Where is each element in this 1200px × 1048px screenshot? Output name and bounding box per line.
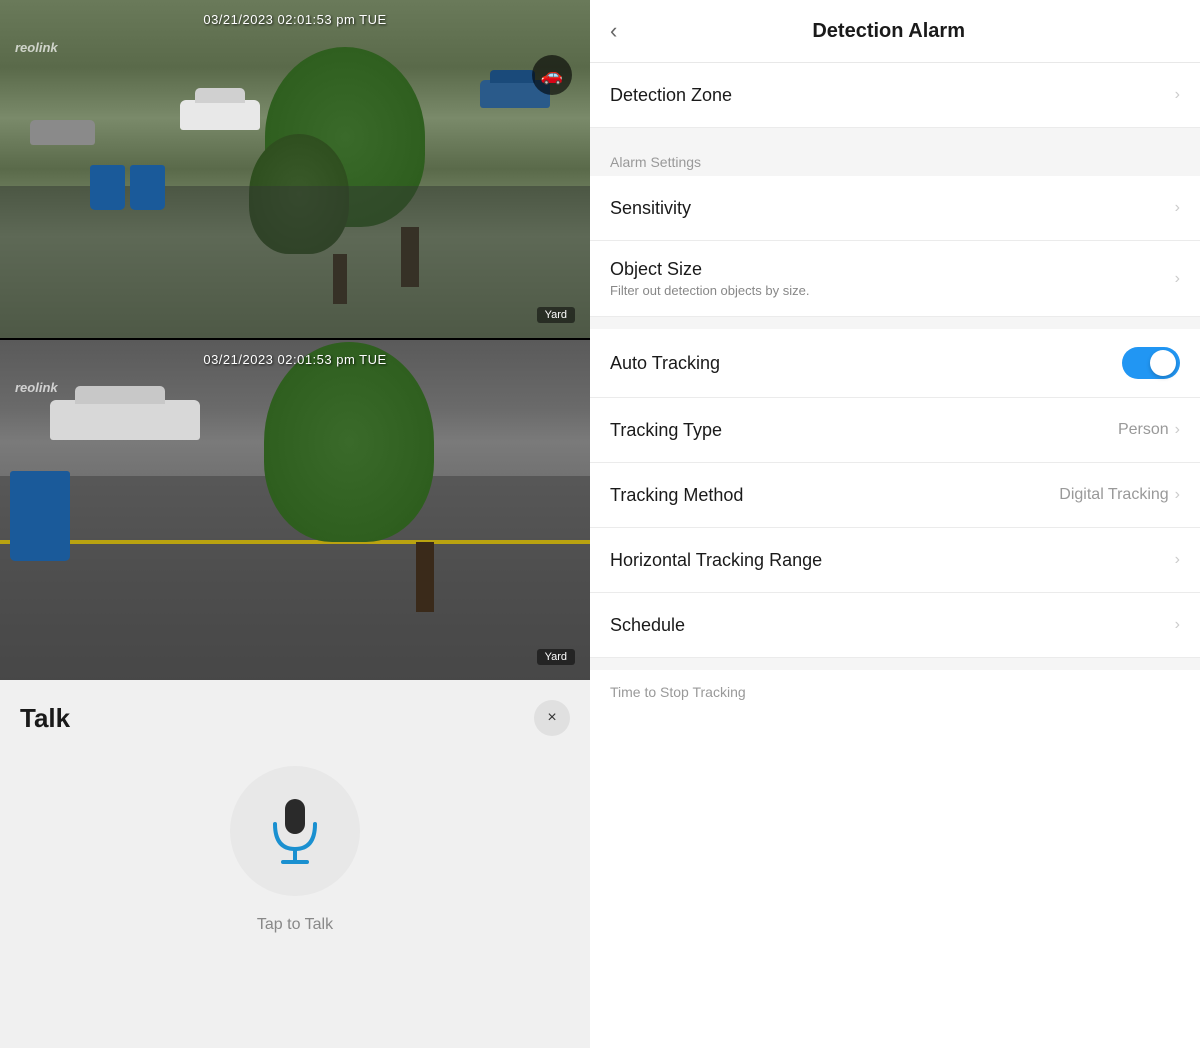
blue-bin-2 — [130, 165, 165, 210]
car-feed2 — [50, 400, 200, 440]
menu-item-title-object-size: Object Size — [610, 259, 1175, 280]
chevron-icon-schedule: › — [1175, 616, 1180, 634]
menu-item-content-object-size: Object Size Filter out detection objects… — [610, 259, 1175, 298]
right-panel: ‹ Detection Alarm Detection Zone › Alarm… — [590, 0, 1200, 1048]
close-button[interactable]: × — [534, 700, 570, 736]
menu-item-title-tracking-method: Tracking Method — [610, 485, 1059, 506]
microphone-icon — [265, 794, 325, 869]
menu-item-right-object-size: › — [1175, 270, 1180, 288]
menu-item-right-detection-zone: › — [1175, 86, 1180, 104]
menu-item-title-detection-zone: Detection Zone — [610, 85, 1175, 106]
left-panel: 03/21/2023 02:01:53 pm TUE reolink Yard … — [0, 0, 590, 1048]
blue-bin-1 — [90, 165, 125, 210]
talk-header: Talk × — [20, 700, 570, 736]
tracking-method-value: Digital Tracking — [1059, 486, 1168, 504]
chevron-icon-tracking-type: › — [1175, 421, 1180, 439]
menu-item-title-auto-tracking: Auto Tracking — [610, 353, 1122, 374]
tracking-type-value: Person — [1118, 421, 1169, 439]
brand-logo-1: reolink — [15, 40, 58, 55]
menu-item-right-sensitivity: › — [1175, 199, 1180, 217]
menu-item-title-horizontal-tracking-range: Horizontal Tracking Range — [610, 550, 1175, 571]
chevron-icon-tracking-method: › — [1175, 486, 1180, 504]
toggle-knob — [1150, 350, 1176, 376]
yard-label-1: Yard — [537, 307, 575, 323]
menu-item-content-tracking-method: Tracking Method — [610, 485, 1059, 506]
brand-logo-2: reolink — [15, 380, 58, 395]
menu-item-detection-zone[interactable]: Detection Zone › — [590, 63, 1200, 128]
menu-item-content-auto-tracking: Auto Tracking — [610, 353, 1122, 374]
camera-timestamp-1: 03/21/2023 02:01:53 pm TUE — [203, 12, 386, 27]
spacer-3 — [590, 658, 1200, 670]
mic-button[interactable] — [230, 766, 360, 896]
camera-timestamp-2: 03/21/2023 02:01:53 pm TUE — [203, 352, 386, 367]
camera-feed-2[interactable]: 03/21/2023 02:01:53 pm TUE reolink Yard — [0, 340, 590, 680]
bottom-section-label: Time to Stop Tracking — [590, 670, 1200, 706]
chevron-icon-horizontal-tracking-range: › — [1175, 551, 1180, 569]
settings-title: Detection Alarm — [637, 20, 1140, 43]
menu-item-content-horizontal-tracking-range: Horizontal Tracking Range — [610, 550, 1175, 571]
menu-item-right-schedule: › — [1175, 616, 1180, 634]
menu-item-right-tracking-method: Digital Tracking › — [1059, 486, 1180, 504]
menu-item-tracking-method[interactable]: Tracking Method Digital Tracking › — [590, 463, 1200, 528]
menu-item-title-tracking-type: Tracking Type — [610, 420, 1118, 441]
menu-item-object-size[interactable]: Object Size Filter out detection objects… — [590, 241, 1200, 317]
chevron-icon-detection-zone: › — [1175, 86, 1180, 104]
car-white — [180, 100, 260, 130]
menu-item-sensitivity[interactable]: Sensitivity › — [590, 176, 1200, 241]
camera-feed-1[interactable]: 03/21/2023 02:01:53 pm TUE reolink Yard … — [0, 0, 590, 340]
settings-header: ‹ Detection Alarm — [590, 0, 1200, 63]
menu-item-tracking-type[interactable]: Tracking Type Person › — [590, 398, 1200, 463]
car-gray — [30, 120, 95, 145]
talk-panel: Talk × Tap to Talk — [0, 680, 590, 1048]
auto-tracking-toggle[interactable] — [1122, 347, 1180, 379]
menu-item-title-schedule: Schedule — [610, 615, 1175, 636]
chevron-icon-object-size: › — [1175, 270, 1180, 288]
talk-title: Talk — [20, 703, 70, 734]
menu-item-content-detection-zone: Detection Zone — [610, 85, 1175, 106]
menu-item-right-horizontal-tracking-range: › — [1175, 551, 1180, 569]
menu-item-content-sensitivity: Sensitivity — [610, 198, 1175, 219]
chevron-icon-sensitivity: › — [1175, 199, 1180, 217]
menu-item-subtitle-object-size: Filter out detection objects by size. — [610, 283, 1175, 298]
back-button[interactable]: ‹ — [610, 18, 617, 44]
menu-item-auto-tracking[interactable]: Auto Tracking — [590, 329, 1200, 398]
menu-item-schedule[interactable]: Schedule › — [590, 593, 1200, 658]
menu-item-content-schedule: Schedule — [610, 615, 1175, 636]
detection-icon-1: 🚗 — [532, 55, 572, 95]
menu-item-title-sensitivity: Sensitivity — [610, 198, 1175, 219]
menu-item-horizontal-tracking-range[interactable]: Horizontal Tracking Range › — [590, 528, 1200, 593]
spacer-1 — [590, 128, 1200, 140]
menu-item-content-tracking-type: Tracking Type — [610, 420, 1118, 441]
section-label-alarm: Alarm Settings — [590, 140, 1200, 176]
tap-to-talk-label: Tap to Talk — [257, 916, 333, 934]
spacer-2 — [590, 317, 1200, 329]
menu-item-right-tracking-type: Person › — [1118, 421, 1180, 439]
yard-label-2: Yard — [537, 649, 575, 665]
blue-bin-large — [10, 471, 70, 561]
